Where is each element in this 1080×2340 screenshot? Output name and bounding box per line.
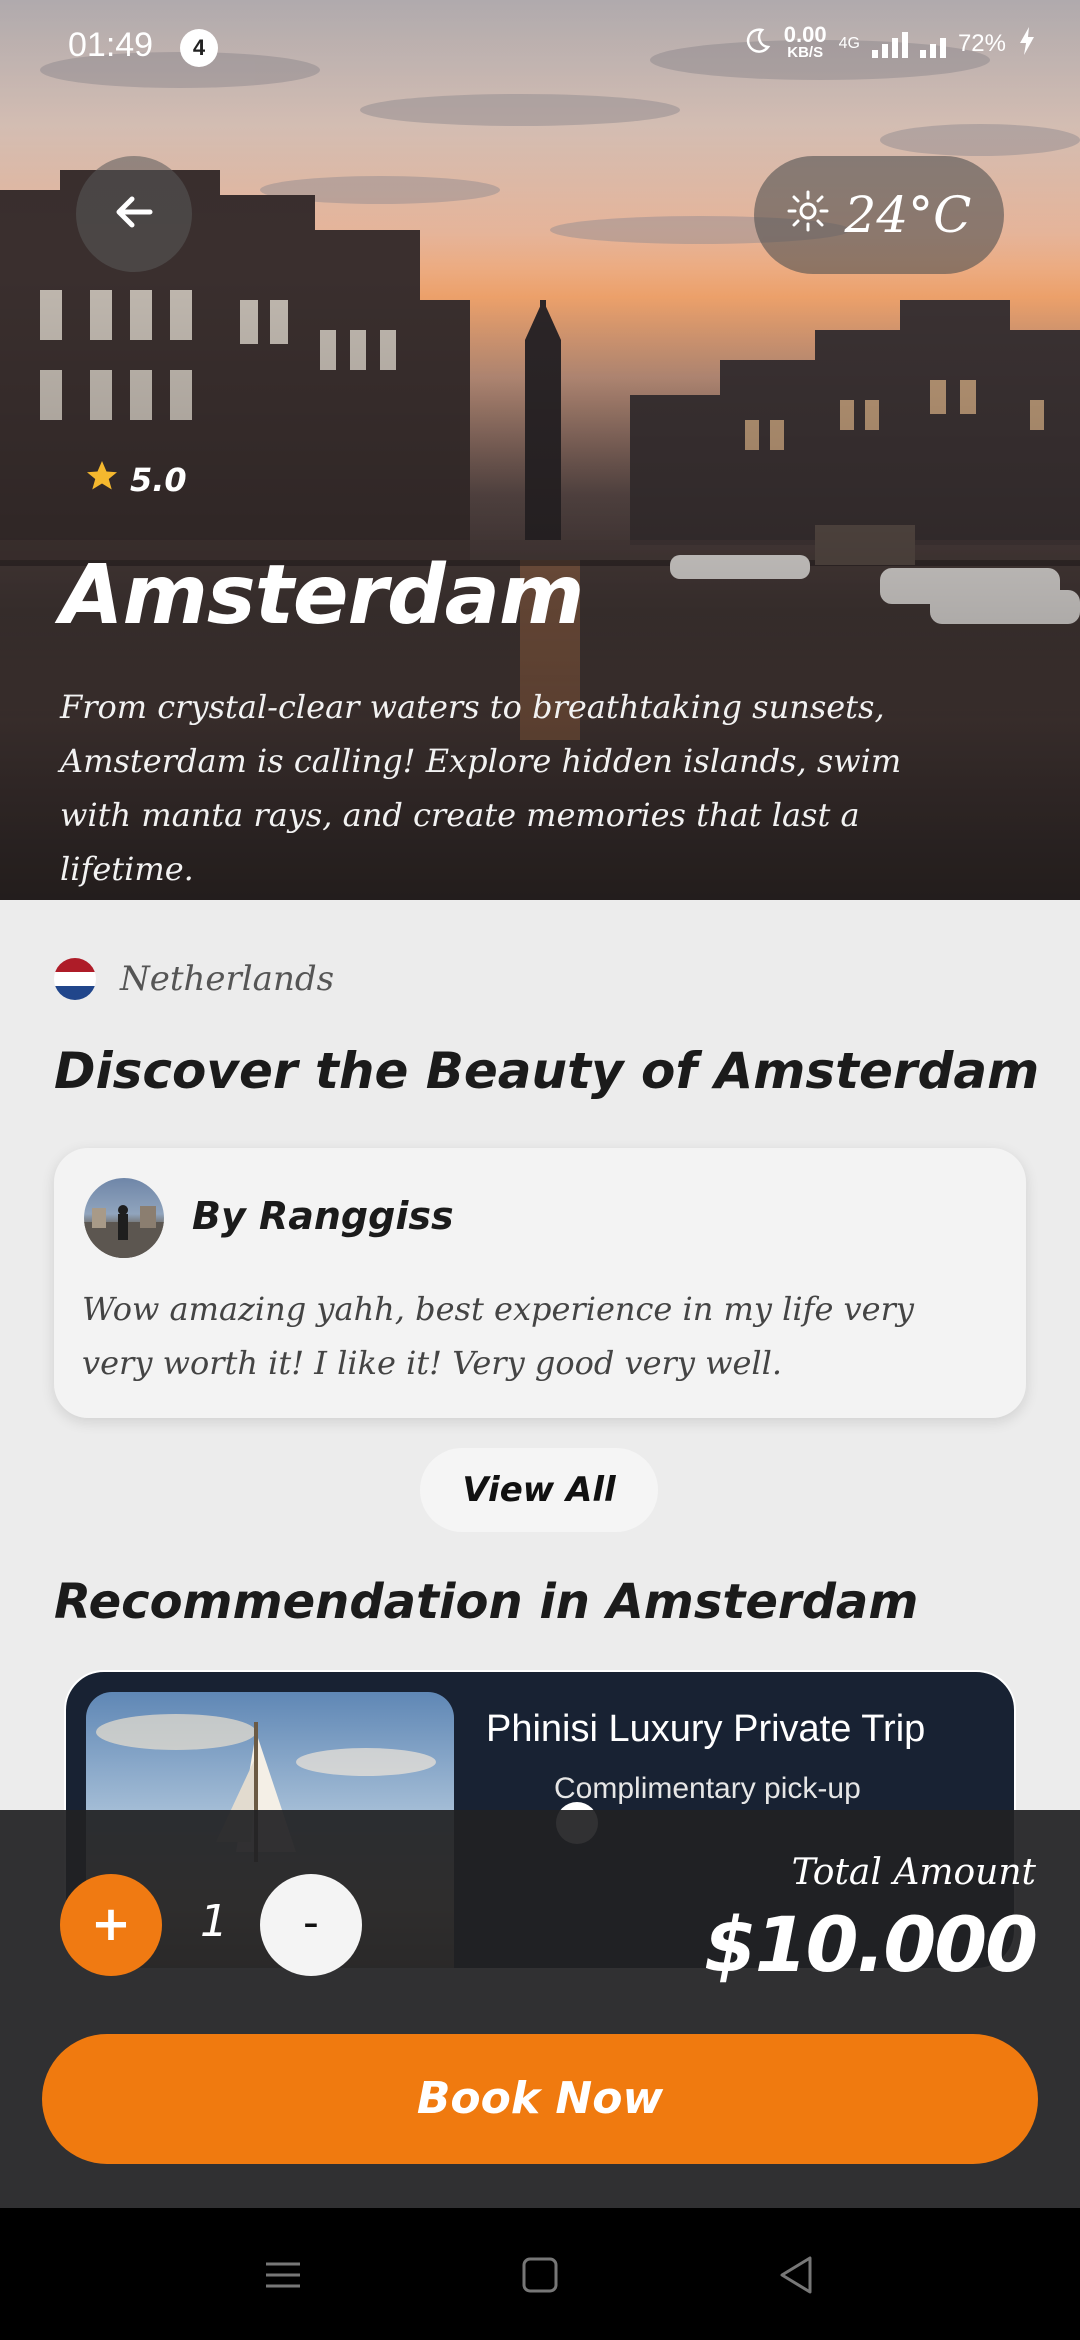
- city-description: From crystal-clear waters to breathtakin…: [60, 688, 902, 888]
- status-indicators: 0.00 KB/S 4G 72%: [742, 22, 1036, 62]
- total-amount-label: Total Amount: [791, 1852, 1036, 1893]
- sun-icon: [787, 186, 829, 244]
- signal-icon-2: [919, 30, 946, 58]
- notification-count-badge: 4: [180, 29, 218, 67]
- total-amount-value: $10.000: [703, 1900, 1038, 1989]
- rating: 5.0: [84, 458, 187, 502]
- netherlands-flag-icon: [54, 958, 96, 1000]
- star-icon: [84, 458, 120, 502]
- quantity-increase-button[interactable]: +: [60, 1874, 162, 1976]
- review-author: By Ranggiss: [192, 1194, 454, 1238]
- signal-icon: [871, 30, 908, 58]
- triangle-back-icon[interactable]: [772, 2250, 822, 2300]
- rating-value: 5.0: [130, 461, 187, 499]
- discover-title: Discover the Beauty of Amsterdam: [54, 1042, 1040, 1100]
- system-nav-bar: [0, 2208, 1080, 2340]
- avatar: [84, 1178, 164, 1258]
- weather-badge: 24°C: [754, 156, 1004, 274]
- quantity-value: 1: [200, 1896, 228, 1947]
- battery-level: 72%: [957, 30, 1006, 57]
- menu-icon[interactable]: [258, 2250, 308, 2300]
- review-card: By Ranggiss Wow amazing yahh, best exper…: [54, 1148, 1026, 1418]
- home-square-icon[interactable]: [515, 2250, 565, 2300]
- network-type-label: 4G: [838, 35, 860, 52]
- quantity-decrease-button[interactable]: -: [260, 1874, 362, 1976]
- status-bar: 01:49 4 0.00 KB/S 4G 72%: [0, 0, 1080, 96]
- arrow-left-icon: [110, 188, 158, 240]
- book-now-button[interactable]: Book Now: [42, 2034, 1038, 2164]
- status-time: 01:49: [68, 26, 154, 64]
- recommendation-card-title: Phinisi Luxury Private Trip: [486, 1708, 926, 1750]
- view-all-button[interactable]: View All: [420, 1448, 658, 1532]
- moon-icon: [742, 26, 772, 62]
- temperature-label: 24°C: [844, 186, 972, 244]
- app-root: 01:49 4 0.00 KB/S 4G 72% 24°C 5.0 Amster…: [0, 0, 1080, 2340]
- charging-icon: [1018, 27, 1036, 61]
- back-button[interactable]: [76, 156, 192, 272]
- recommendation-feature: Complimentary pick-up: [554, 1772, 861, 1805]
- city-title: Amsterdam: [60, 548, 584, 643]
- network-speed: 0.00 KB/S: [783, 22, 827, 62]
- recommendation-title: Recommendation in Amsterdam: [54, 1574, 919, 1630]
- review-text: Wow amazing yahh, best experience in my …: [82, 1290, 914, 1382]
- country-name: Netherlands: [120, 959, 335, 999]
- country-row: Netherlands: [54, 958, 334, 1000]
